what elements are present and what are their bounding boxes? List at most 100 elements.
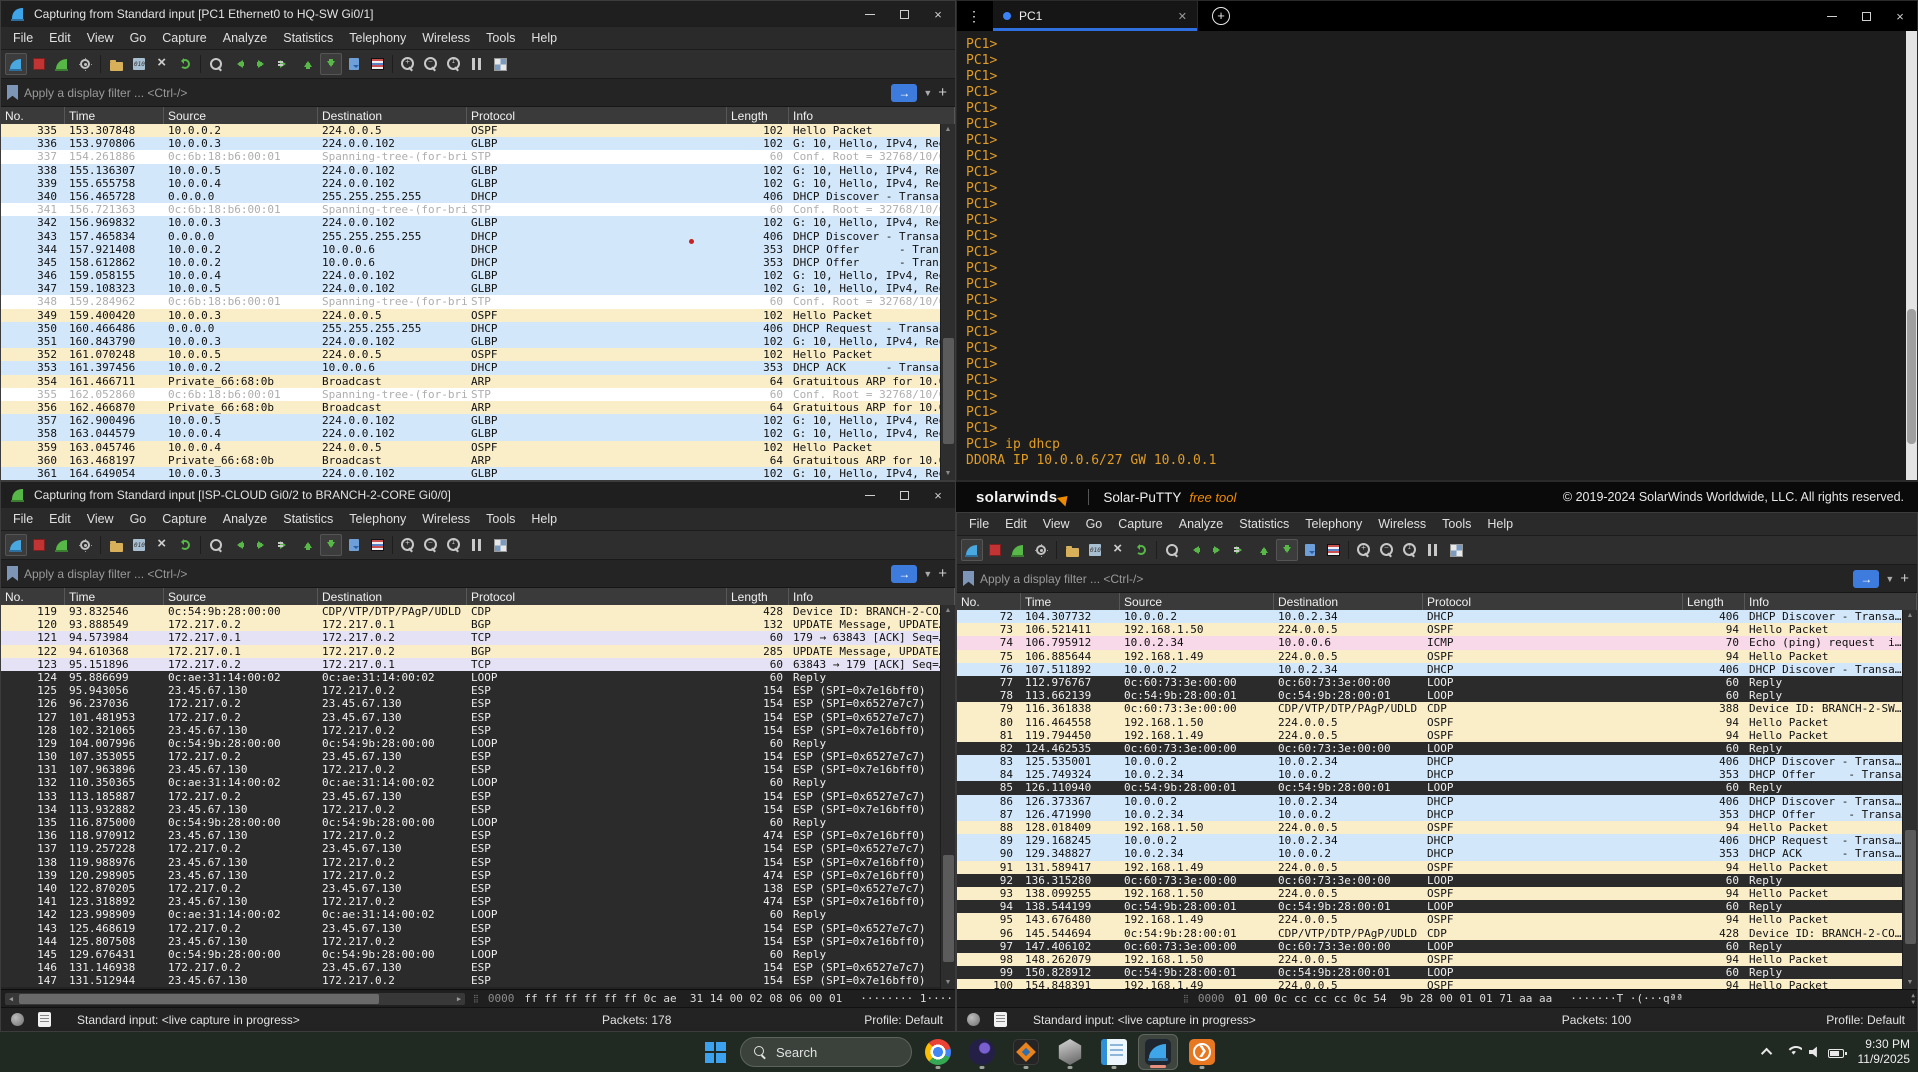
hidden-icons-chevron[interactable] [1760,1048,1771,1059]
packet-row[interactable]: 337154.2618860c:6b:18:b6:00:01Spanning-t… [1,150,940,163]
menu-item-edit[interactable]: Edit [41,31,79,45]
packet-row[interactable]: 99150.8289120c:54:9b:28:00:010c:54:9b:28… [957,966,1902,979]
packet-row[interactable]: 127101.481953172.217.0.223.45.67.130ESP1… [1,711,940,724]
packet-list-header[interactable]: No.TimeSourceDestinationProtocolLengthIn… [1,107,955,124]
column-header-length[interactable]: Length [1683,593,1745,610]
packet-row[interactable]: 91131.589417192.168.1.49224.0.0.5OSPF94H… [957,861,1902,874]
packet-row[interactable]: 349159.40042010.0.0.3224.0.0.5OSPF102Hel… [1,309,940,322]
packet-row[interactable]: 74106.79591210.0.2.3410.0.0.6ICMP70Echo … [957,636,1902,649]
packet-row[interactable]: 359163.04574610.0.0.4224.0.0.5OSPF102Hel… [1,441,940,454]
colorize-packets-icon[interactable] [366,53,388,75]
packet-row[interactable]: 336153.97080610.0.0.3224.0.0.102GLBP102G… [1,137,940,150]
filter-dropdown-caret[interactable]: ▼ [923,569,932,579]
scroll-down-arrow[interactable]: ▼ [945,468,952,480]
menu-item-go[interactable]: Go [122,512,155,526]
packet-row[interactable]: 12194.573984172.217.0.1172.217.0.2TCP601… [1,631,940,644]
packet-row[interactable]: 344157.92140810.0.0.210.0.0.6DHCP353DHCP… [1,243,940,256]
bookmark-icon[interactable] [963,571,974,586]
menu-item-statistics[interactable]: Statistics [275,31,341,45]
reload-file-icon[interactable] [1130,539,1152,561]
column-header-protocol[interactable]: Protocol [467,107,727,124]
apply-filter-button[interactable]: → [891,84,917,102]
restart-capture-icon[interactable] [51,534,73,556]
packet-row[interactable]: 139120.29890523.45.67.130172.217.0.2ESP4… [1,869,940,882]
close-capture-icon[interactable] [1107,539,1129,561]
go-to-packet-icon[interactable] [274,53,296,75]
expert-info-icon[interactable] [11,1013,24,1026]
capture-comment-icon[interactable] [38,1012,51,1027]
menu-item-telephony[interactable]: Telephony [341,31,414,45]
packet-row[interactable]: 90129.34882710.0.2.3410.0.0.2DHCP353DHCP… [957,847,1902,860]
open-file-icon[interactable] [1061,539,1083,561]
column-header-info[interactable]: Info [789,588,955,605]
view-options-icon[interactable] [1445,539,1467,561]
packet-row[interactable]: 335153.30784810.0.0.2224.0.0.5OSPF102Hel… [1,124,940,137]
menu-item-wireless[interactable]: Wireless [1370,517,1434,531]
column-header-length[interactable]: Length [727,588,789,605]
packet-row[interactable]: 355162.0528600c:6b:18:b6:00:01Spanning-t… [1,388,940,401]
auto-scroll-icon[interactable] [343,53,365,75]
profile-label[interactable]: Profile: Default [864,1013,943,1027]
bookmark-icon[interactable] [7,85,18,100]
display-filter-input[interactable]: Apply a display filter ... <Ctrl-/> [24,86,885,100]
capture-options-icon[interactable] [74,534,96,556]
packet-row[interactable]: 340156.4657280.0.0.0255.255.255.255DHCP4… [1,190,940,203]
column-header-protocol[interactable]: Protocol [467,588,727,605]
packet-row[interactable]: 144125.80750823.45.67.130172.217.0.2ESP1… [1,935,940,948]
close-button[interactable]: × [921,1,955,27]
stop-capture-icon[interactable] [984,539,1006,561]
tab-pc1[interactable]: PC1 ✕ [993,1,1198,31]
menu-item-telephony[interactable]: Telephony [1297,517,1370,531]
packet-row[interactable]: 351160.84379010.0.0.3224.0.0.102GLBP102G… [1,335,940,348]
restart-capture-icon[interactable] [51,53,73,75]
zoom-in-icon[interactable] [397,534,419,556]
expert-info-icon[interactable] [967,1013,980,1026]
packet-row[interactable]: 95143.676480192.168.1.49224.0.0.5OSPF94H… [957,913,1902,926]
packet-row[interactable]: 130107.353055172.217.0.223.45.67.130ESP1… [1,750,940,763]
column-header-protocol[interactable]: Protocol [1423,593,1683,610]
scroll-right-arrow[interactable]: ▶ [453,993,465,1005]
packet-row[interactable]: 357162.90049610.0.0.5224.0.0.102GLBP102G… [1,414,940,427]
colorize-packets-icon[interactable] [366,534,388,556]
column-header-time[interactable]: Time [1021,593,1120,610]
volume-icon[interactable] [1809,1046,1821,1058]
column-header-source[interactable]: Source [1120,593,1274,610]
kebab-menu-icon[interactable]: ⋮ [967,8,981,25]
packet-row[interactable]: 342156.96983210.0.0.3224.0.0.102GLBP102G… [1,216,940,229]
tab-close-icon[interactable]: ✕ [1178,10,1187,23]
taskbar-clock[interactable]: 9:30 PM 11/9/2025 [1858,1037,1911,1067]
packet-row[interactable]: 84125.74932410.0.2.3410.0.0.2DHCP353DHCP… [957,768,1902,781]
start-capture-icon[interactable] [5,53,27,75]
start-capture-icon[interactable] [961,539,983,561]
packet-row[interactable]: 75106.885644192.168.1.49224.0.0.5OSPF94H… [957,650,1902,663]
stop-capture-icon[interactable] [28,534,50,556]
menu-item-edit[interactable]: Edit [41,512,79,526]
packet-row[interactable]: 147131.51294423.45.67.130172.217.0.2ESP1… [1,974,940,987]
new-tab-button[interactable]: + [1212,7,1230,25]
packet-row[interactable]: 12294.610368172.217.0.1172.217.0.2BGP285… [1,645,940,658]
taskbar-app-notepad[interactable] [1094,1034,1134,1070]
packet-row[interactable]: 348159.2849620c:6b:18:b6:00:01Spanning-t… [1,295,940,308]
zoom-out-icon[interactable] [420,53,442,75]
menu-item-tools[interactable]: Tools [1434,517,1479,531]
open-file-icon[interactable] [105,53,127,75]
packet-row[interactable]: 145129.6764310c:54:9b:28:00:000c:54:9b:2… [1,948,940,961]
column-header-source[interactable]: Source [164,107,318,124]
save-file-icon[interactable] [1084,539,1106,561]
column-header-time[interactable]: Time [65,107,164,124]
pane-grip[interactable]: ⣿ [1183,994,1190,1003]
scroll-up-arrow[interactable]: ▲ [945,605,952,617]
packet-row[interactable]: 347159.10832310.0.0.5224.0.0.102GLBP102G… [1,282,940,295]
packet-row[interactable]: 338155.13630710.0.0.5224.0.0.102GLBP102G… [1,164,940,177]
menu-item-edit[interactable]: Edit [997,517,1035,531]
go-first-packet-icon[interactable] [297,53,319,75]
packet-row[interactable]: 12495.8866990c:ae:31:14:00:020c:ae:31:14… [1,671,940,684]
menu-item-file[interactable]: File [961,517,997,531]
packet-row[interactable]: 81119.794450192.168.1.49224.0.0.5OSPF94H… [957,729,1902,742]
menu-item-analyze[interactable]: Analyze [1171,517,1231,531]
pane-grip[interactable]: ⣿ [473,994,480,1003]
horizontal-scrollbar[interactable]: ◀ ▶ [5,993,465,1005]
menu-item-capture[interactable]: Capture [1110,517,1170,531]
packet-row[interactable]: 350160.4664860.0.0.0255.255.255.255DHCP4… [1,322,940,335]
colorize-packets-icon[interactable] [1322,539,1344,561]
